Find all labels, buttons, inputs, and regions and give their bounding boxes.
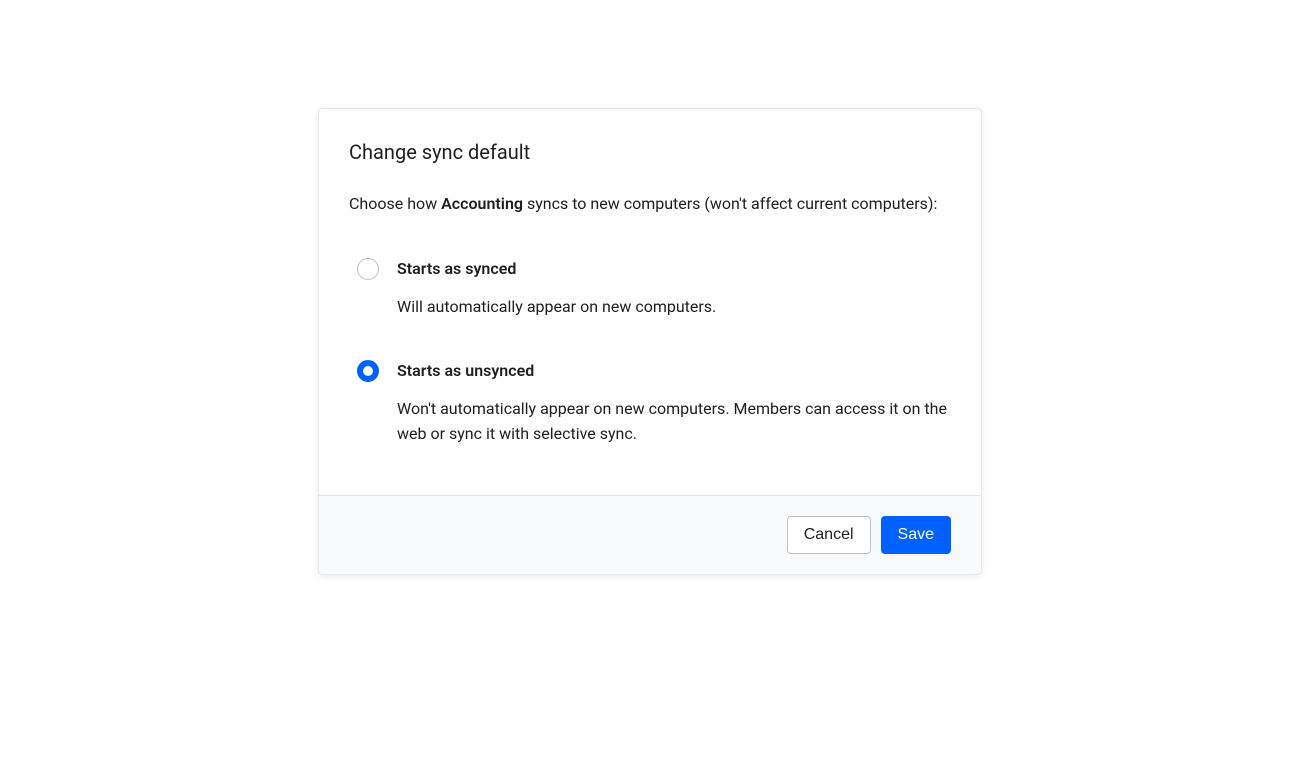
desc-prefix: Choose how	[349, 194, 441, 213]
radio-option-unsynced[interactable]: Starts as unsynced Won't automatically a…	[357, 359, 951, 447]
modal-title: Change sync default	[349, 139, 951, 165]
modal-description: Choose how Accounting syncs to new compu…	[349, 191, 951, 217]
radio-option-synced[interactable]: Starts as synced Will automatically appe…	[357, 257, 951, 320]
radio-icon-selected	[357, 360, 379, 382]
radio-label-unsynced: Starts as unsynced	[397, 359, 951, 383]
radio-group: Starts as synced Will automatically appe…	[349, 257, 951, 447]
desc-suffix: syncs to new computers (won't affect cur…	[523, 194, 937, 213]
radio-content: Starts as synced Will automatically appe…	[397, 257, 951, 320]
desc-folder-name: Accounting	[441, 194, 523, 213]
cancel-button[interactable]: Cancel	[787, 516, 871, 554]
radio-content: Starts as unsynced Won't automatically a…	[397, 359, 951, 447]
radio-desc-synced: Will automatically appear on new compute…	[397, 295, 951, 320]
modal-footer: Cancel Save	[319, 495, 981, 574]
radio-icon-unselected	[357, 258, 379, 280]
radio-desc-unsynced: Won't automatically appear on new comput…	[397, 397, 951, 447]
save-button[interactable]: Save	[881, 516, 951, 554]
radio-label-synced: Starts as synced	[397, 257, 951, 281]
modal-body: Change sync default Choose how Accountin…	[319, 109, 981, 495]
sync-default-modal: Change sync default Choose how Accountin…	[318, 108, 982, 575]
